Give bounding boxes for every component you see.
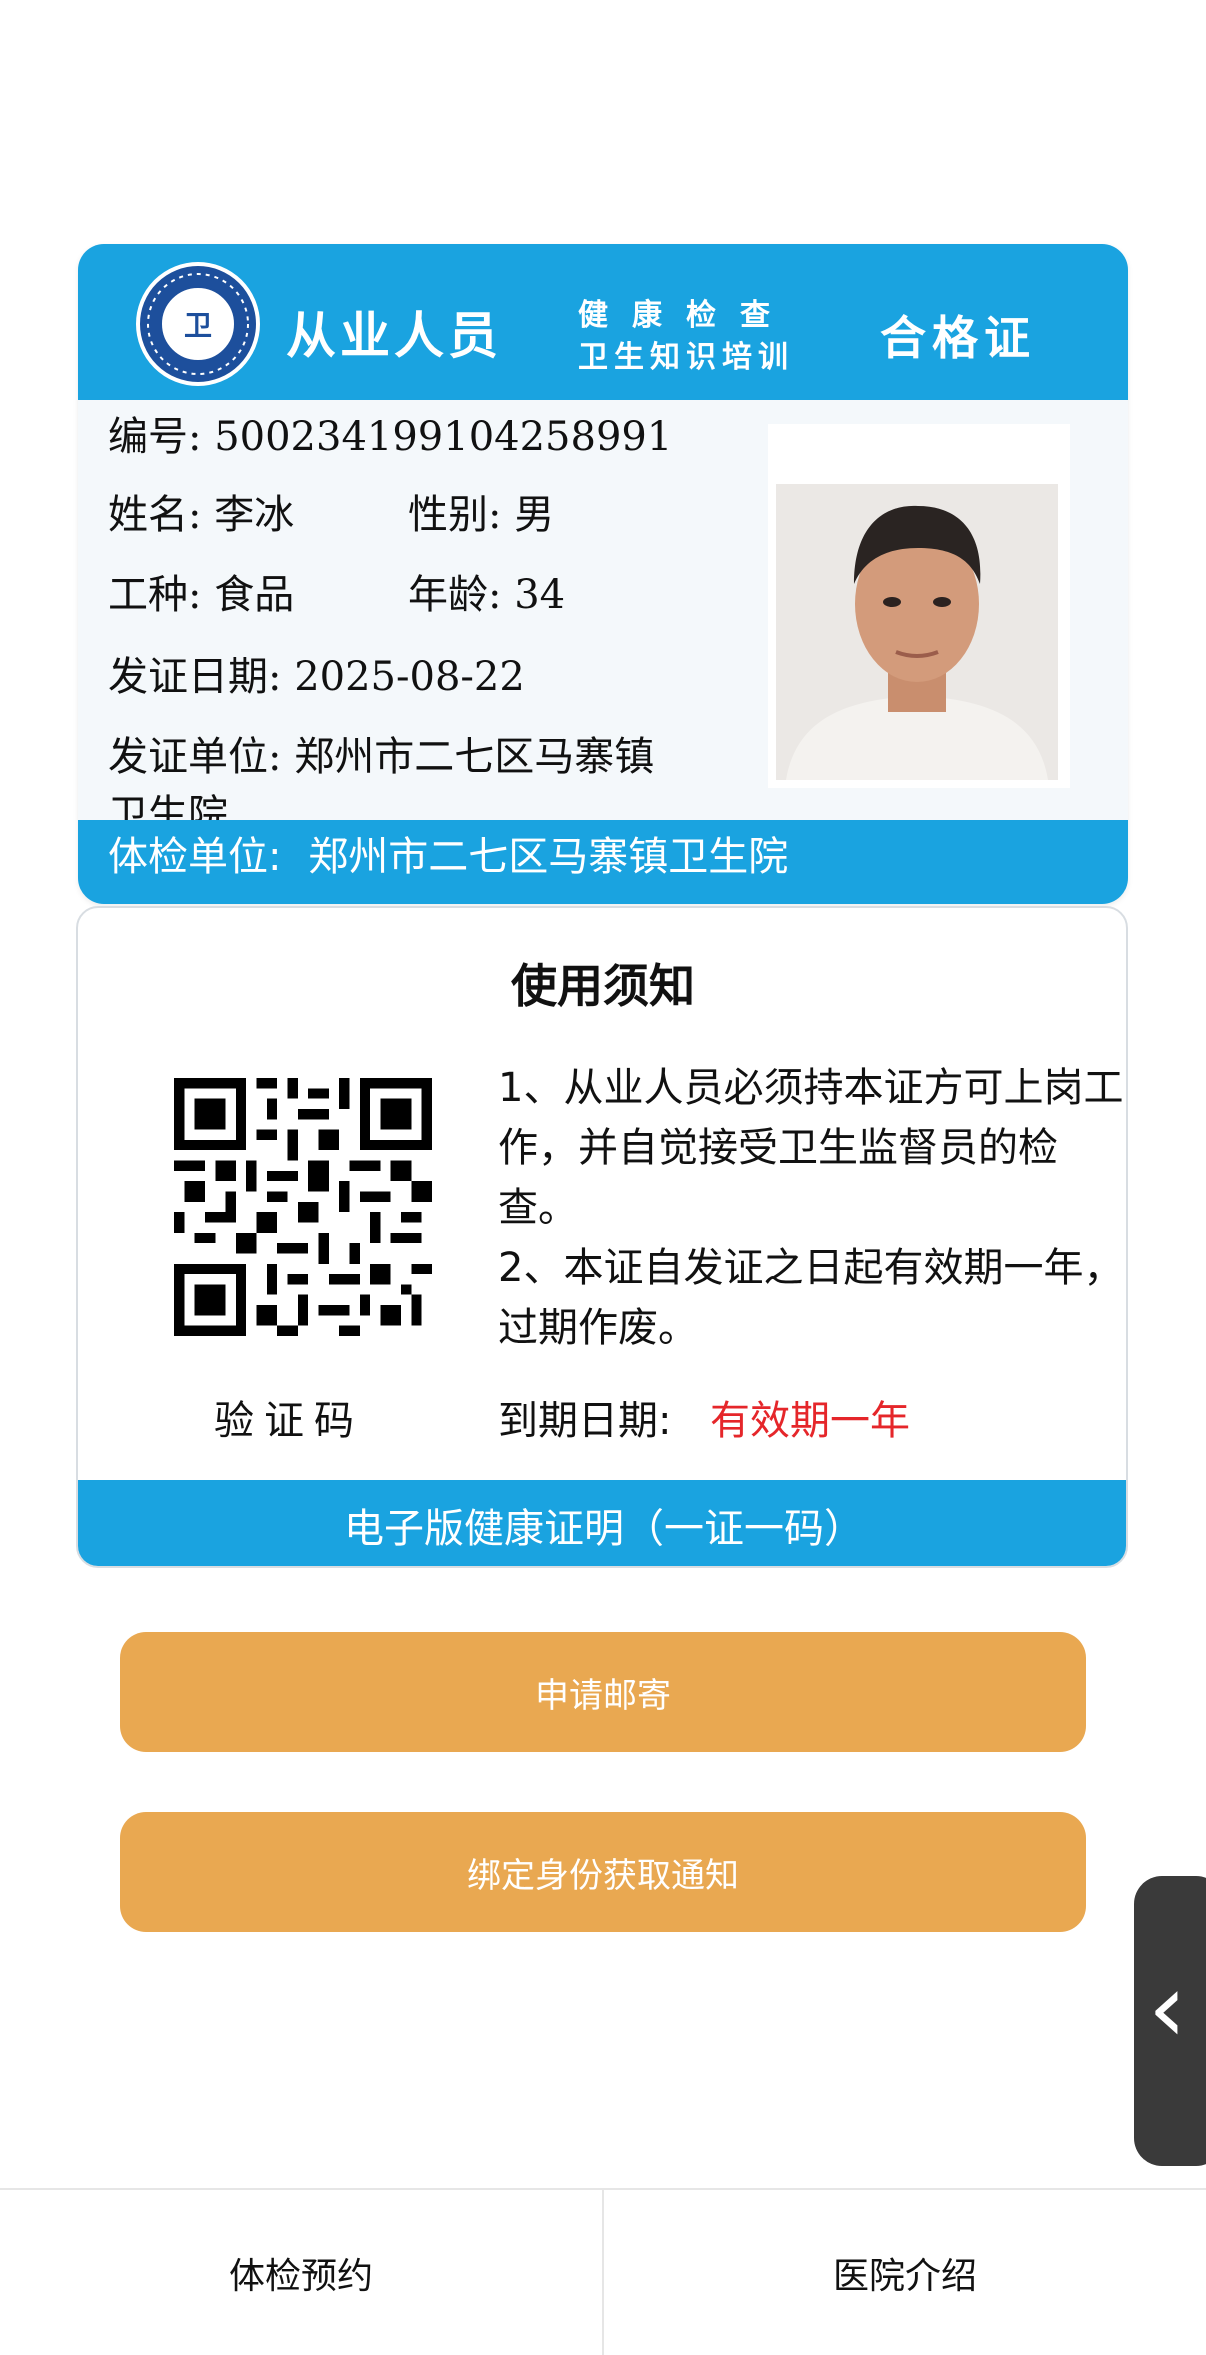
id-photo — [776, 484, 1058, 780]
person-portrait-icon — [776, 484, 1058, 780]
certificate-header: 卫 从业人员 健康检查 卫生知识培训 合格证 — [78, 244, 1128, 400]
job-value: 食品 — [214, 572, 295, 618]
number-label: 编号: — [108, 414, 202, 460]
qr-code-icon[interactable] — [174, 1078, 432, 1336]
nav-hospital-intro[interactable]: 医院介绍 — [604, 2190, 1206, 2355]
gender-row: 性别: 男 — [408, 482, 554, 540]
age-row: 年龄: 34 — [408, 562, 565, 620]
health-inspection-emblem-icon: 卫 — [136, 262, 260, 386]
gender-label: 性别: — [408, 492, 502, 538]
name-row: 姓名: 李冰 — [108, 482, 294, 540]
verify-code-label: 验证码 — [214, 1398, 364, 1444]
apply-mail-button[interactable]: 申请邮寄 — [120, 1632, 1086, 1752]
job-label: 工种: — [108, 572, 202, 618]
name-value: 李冰 — [214, 492, 295, 538]
issue-date-row: 发证日期: 2025-08-22 — [108, 644, 525, 702]
issue-date-label: 发证日期: — [108, 654, 282, 700]
exam-unit-label: 体检单位: — [108, 834, 282, 880]
name-label: 姓名: — [108, 492, 202, 538]
header-title-mid-line1: 健康检查 — [578, 298, 794, 333]
issuer-row: 发证单位: 郑州市二七区马寨镇 — [108, 724, 654, 782]
age-value: 34 — [514, 572, 566, 618]
issue-date-value: 2025-08-22 — [294, 654, 525, 700]
expire-date-label: 到期日期: — [498, 1398, 672, 1444]
issuer-value-line1: 郑州市二七区马寨镇 — [294, 734, 655, 780]
usage-notice-card: 使用须知 验证码 1、从业人员必须持本证方可上岗工作，并自觉接受卫生监督员的检查… — [76, 906, 1128, 1568]
notice-rule-1: 1、从业人员必须持本证方可上岗工作，并自觉接受卫生监督员的检查。 — [498, 1065, 1124, 1231]
bottom-nav: 体检预约 医院介绍 — [0, 2188, 1206, 2355]
number-row: 编号: 500234199104258991 — [108, 404, 672, 462]
job-row: 工种: 食品 — [108, 562, 294, 620]
nav-exam-booking[interactable]: 体检预约 — [0, 2190, 602, 2355]
number-value: 500234199104258991 — [214, 414, 673, 460]
notice-rule-2: 2、本证自发证之日起有效期一年，过期作废。 — [498, 1245, 1124, 1351]
notice-title: 使用须知 — [511, 959, 695, 1013]
expire-date-value: 有效期一年 — [710, 1398, 910, 1444]
health-certificate-card: 卫 从业人员 健康检查 卫生知识培训 合格证 编号: 5002341991042… — [78, 244, 1128, 904]
notice-rules: 1、从业人员必须持本证方可上岗工作，并自觉接受卫生监督员的检查。 2、本证自发证… — [498, 1058, 1126, 1358]
bind-identity-button[interactable]: 绑定身份获取通知 — [120, 1812, 1086, 1932]
gender-value: 男 — [514, 492, 555, 538]
emblem-center: 卫 — [160, 286, 236, 362]
exam-unit-row: 体检单位: 郑州市二七区马寨镇卫生院 — [108, 824, 788, 882]
header-title-mid-line2: 卫生知识培训 — [578, 340, 794, 375]
header-title-left: 从业人员 — [286, 307, 502, 365]
header-title-right: 合格证 — [880, 311, 1036, 365]
notice-footer-text: 电子版健康证明（一证一码） — [344, 1506, 864, 1552]
chevron-left-icon[interactable]: ‹ — [1148, 1960, 1186, 2056]
issuer-label: 发证单位: — [108, 734, 282, 780]
age-label: 年龄: — [408, 572, 502, 618]
exam-unit-value: 郑州市二七区马寨镇卫生院 — [308, 834, 789, 880]
